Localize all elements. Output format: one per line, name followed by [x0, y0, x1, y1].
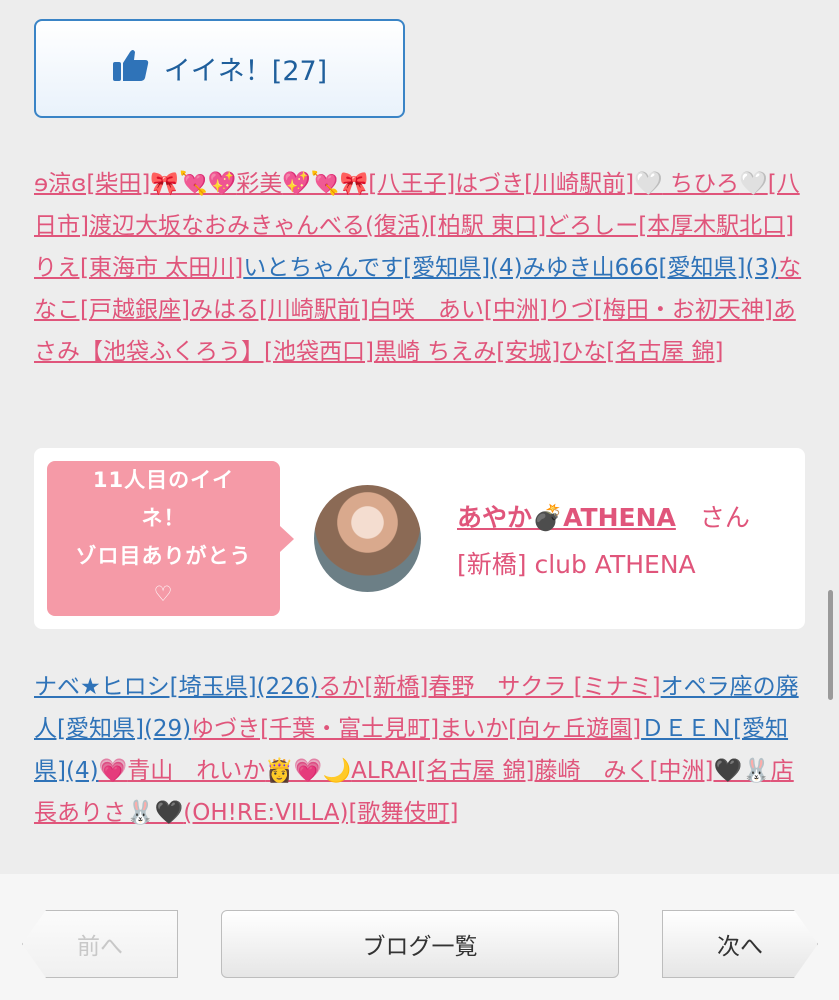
liker-link[interactable]: ゆづき[千葉・富士見町] [191, 716, 439, 742]
liker-link[interactable]: 春野 サクラ [ミナミ] [428, 674, 660, 700]
liker-list-bottom: ナベ★ヒロシ[埼玉県](226)るか[新橋]春野 サクラ [ミナミ]オペラ座の廃… [34, 666, 809, 834]
emoji-icon: 💗 [98, 758, 128, 784]
liker-link[interactable]: まいか[向ヶ丘遊園] [439, 716, 641, 742]
avatar[interactable] [314, 485, 421, 592]
liker-link[interactable]: ちひろ [663, 171, 739, 197]
liker-link[interactable]: [八王子] [368, 171, 455, 197]
footer-nav: 前へ ブログ一覧 次へ [0, 874, 839, 1000]
bubble-line-2: ネ！ [141, 506, 186, 530]
emoji-icon: 💖💘🎀 [282, 171, 369, 197]
liker-link[interactable]: いとちゃんです[愛知県](4) [243, 255, 522, 281]
liker-link[interactable]: (OH!RE:VILLA)[歌舞伎町] [183, 800, 458, 826]
liker-link[interactable]: みはる[川崎駅前] [190, 297, 369, 323]
emoji-icon: 🖤🐰 [713, 758, 771, 784]
milestone-bubble: 11人目のイイ ネ！ ゾロ目ありがとう ♡ [47, 461, 294, 616]
user-name-link[interactable]: あやか💣ATHENA [457, 503, 676, 532]
emoji-icon: 🎀💘💖 [150, 171, 237, 197]
scrollbar[interactable] [828, 590, 833, 700]
liker-list-top: ɘ涼ɞ[柴田]🎀💘💖彩美💖💘🎀[八王子]はづき[川崎駅前]🤍 ちひろ🤍[八日市]… [34, 163, 809, 373]
liker-link[interactable]: 彩美 [236, 171, 282, 197]
honorific: さん [699, 503, 750, 532]
liker-link[interactable]: りづ[梅田・お初天神] [548, 297, 773, 323]
liker-link[interactable]: ALRAI[名古屋 錦] [351, 758, 534, 784]
bubble-line-1: 11人目のイイ [92, 468, 235, 492]
liker-link[interactable]: ɘ涼ɞ[柴田] [34, 171, 150, 197]
card-shop-name: [新橋] club ATHENA [457, 550, 696, 579]
liker-link[interactable]: はづき[川崎駅前] [455, 171, 634, 197]
milestone-card: 11人目のイイ ネ！ ゾロ目ありがとう ♡ あやか💣ATHENA さん [新橋] … [34, 448, 805, 629]
liker-link[interactable]: ひな[名古屋 錦] [560, 339, 723, 365]
thumbs-up-icon [112, 48, 150, 89]
emoji-icon: 👸💗🌙 [265, 758, 352, 784]
like-button[interactable]: イイネ！[27] [34, 19, 405, 118]
heart-icon: ♡ [153, 582, 174, 606]
emoji-icon: 🤍 [634, 171, 663, 197]
liker-link[interactable]: るか[新橋] [318, 674, 428, 700]
liker-link[interactable]: 黒崎 ちえみ[安城] [374, 339, 560, 365]
liker-link[interactable]: みゆき山666[愛知県](3) [523, 255, 778, 281]
blog-list-button[interactable]: ブログ一覧 [221, 910, 619, 978]
liker-link[interactable]: ナベ★ヒロシ[埼玉県](226) [34, 674, 318, 700]
prev-button[interactable]: 前へ [22, 910, 178, 978]
liker-link[interactable]: 渡辺大坂なおみきゃんべる(復活)[柏駅 東口] [89, 213, 546, 239]
next-button[interactable]: 次へ [662, 910, 818, 978]
emoji-icon: 🤍 [739, 171, 768, 197]
liker-link[interactable]: 藤崎 みく[中洲] [535, 758, 714, 784]
like-label: イイネ！[27] [163, 56, 328, 87]
liker-link[interactable]: りえ[東海市 太田川] [34, 255, 243, 281]
bubble-line-3: ゾロ目ありがとう [75, 544, 252, 568]
emoji-icon: 🐰🖤 [126, 800, 184, 826]
liker-link[interactable]: 青山 れいか [127, 758, 265, 784]
liker-link[interactable]: どろしー[本厚木駅北口] [546, 213, 794, 239]
liker-link[interactable]: 白咲 あい[中洲] [369, 297, 548, 323]
card-user-name: あやか💣ATHENA さん [457, 498, 750, 534]
